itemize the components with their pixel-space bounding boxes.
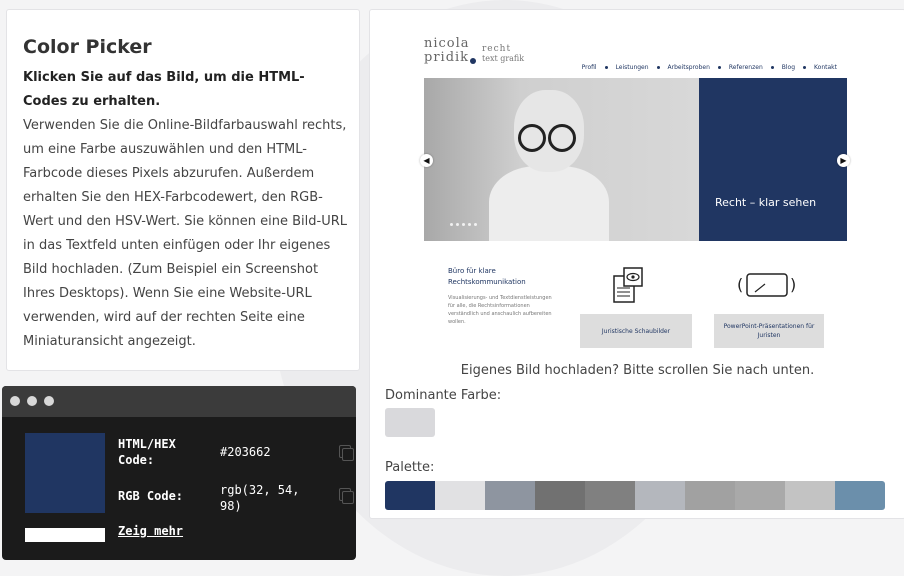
palette-swatch[interactable] — [785, 481, 835, 510]
palette-swatch[interactable] — [535, 481, 585, 510]
dominant-color-swatch[interactable] — [385, 408, 435, 437]
nav-item: Kontakt — [814, 64, 837, 71]
preview-image[interactable]: nicola pridik recht text grafik Profil L… — [412, 26, 859, 358]
copy-rgb-icon[interactable] — [339, 488, 354, 504]
hero-blue-panel: Recht – klar sehen — [699, 78, 847, 241]
palette-swatch[interactable] — [735, 481, 785, 510]
sub-text: Visualisierungs- und Textdienstleistunge… — [448, 295, 552, 325]
palette-swatch[interactable] — [585, 481, 635, 510]
description: Klicken Sie auf das Bild, um die HTML-Co… — [23, 66, 348, 354]
document-eye-icon — [613, 267, 643, 303]
instruction-text: Klicken Sie auf das Bild, um die HTML-Co… — [23, 70, 305, 109]
hero-text: Recht – klar sehen — [715, 196, 817, 209]
hex-label: HTML/HEX Code: — [118, 437, 176, 467]
window-dot-icon — [27, 396, 37, 406]
svg-text:): ) — [790, 275, 796, 294]
upload-note: Eigenes Bild hochladen? Bitte scrollen S… — [460, 363, 815, 378]
info-card: Color Picker Klicken Sie auf das Bild, u… — [6, 9, 360, 371]
palette-swatch[interactable] — [835, 481, 885, 510]
logo-right-2: text grafik — [482, 54, 525, 63]
presentation-icon: ( ) — [737, 273, 796, 297]
image-card: nicola pridik recht text grafik Profil L… — [369, 9, 904, 519]
palette-swatch[interactable] — [635, 481, 685, 510]
palette — [385, 481, 885, 510]
window-dot-icon — [44, 396, 54, 406]
dominant-color-label: Dominante Farbe: — [385, 388, 502, 403]
logo-name-2: pridik — [424, 50, 470, 65]
powerpoint-button: PowerPoint-Präsentationen für Juristen — [714, 314, 824, 348]
schaubilder-button: Juristische Schaubilder — [580, 314, 692, 348]
glasses-left — [518, 124, 546, 152]
chevron-right-icon: ▶ — [837, 154, 850, 167]
palette-label: Palette: — [385, 460, 435, 475]
rgb-value[interactable]: rgb(32, 54, 98) — [220, 482, 320, 514]
logo-dot — [470, 58, 476, 64]
hero-photo — [424, 78, 699, 241]
show-more-link[interactable]: Zeig mehr — [118, 524, 183, 538]
color-bar — [25, 528, 105, 542]
nav-item: Profil — [581, 64, 597, 71]
svg-text:(: ( — [737, 275, 743, 294]
window-titlebar — [2, 386, 356, 417]
sub-title: Büro für klare Rechtskommunikation — [448, 267, 526, 286]
logo-right-1: recht — [482, 44, 512, 54]
slider-dots — [450, 223, 477, 226]
window-dot-icon — [10, 396, 20, 406]
hex-value[interactable]: #203662 — [220, 445, 271, 459]
selected-color-swatch — [25, 433, 105, 513]
copy-hex-icon[interactable] — [339, 445, 354, 461]
result-card: HTML/HEX Code: #203662 RGB Code: rgb(32,… — [2, 386, 356, 560]
palette-swatch[interactable] — [385, 481, 435, 510]
nav-item: Blog — [781, 64, 796, 71]
preview-nav: Profil Leistungen Arbeitsproben Referenz… — [582, 64, 837, 71]
glasses-right — [548, 124, 576, 152]
palette-swatch[interactable] — [485, 481, 535, 510]
boy-body — [489, 166, 609, 241]
nav-item: Leistungen — [615, 64, 649, 71]
page-title: Color Picker — [23, 36, 152, 58]
rgb-label: RGB Code: — [118, 489, 184, 503]
chevron-left-icon: ◀ — [420, 154, 433, 167]
description-text: Verwenden Sie die Online-Bildfarbauswahl… — [23, 118, 347, 349]
palette-swatch[interactable] — [435, 481, 485, 510]
logo-name-1: nicola — [424, 36, 470, 51]
nav-item: Arbeitsproben — [667, 64, 710, 71]
nav-item: Referenzen — [728, 64, 763, 71]
palette-swatch[interactable] — [685, 481, 735, 510]
